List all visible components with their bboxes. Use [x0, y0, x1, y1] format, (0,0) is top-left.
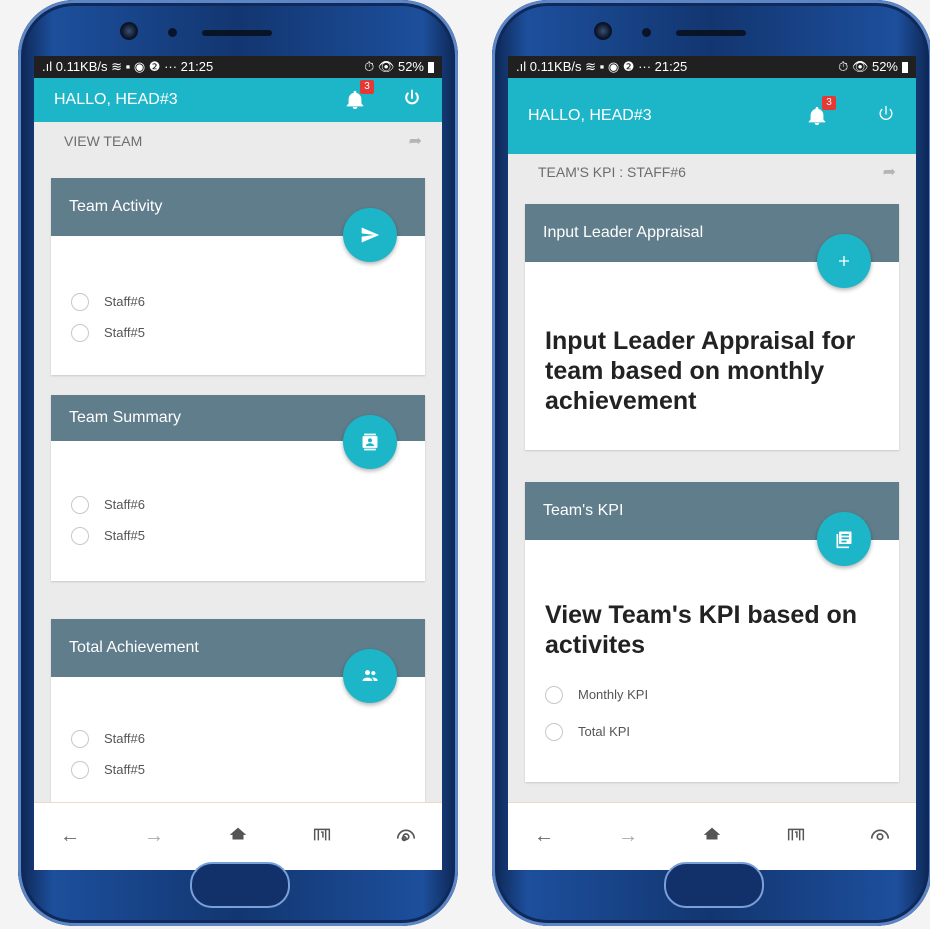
item-label: Total KPI	[578, 724, 631, 739]
item-label: Staff#5	[104, 528, 145, 543]
total-achievement-card: Total Achievement Staff#6 Staff#5	[51, 619, 425, 819]
teams-kpi-card: Team's KPI View Team's KPI based on acti…	[525, 482, 899, 782]
home-icon[interactable]	[694, 823, 730, 851]
item-label: Staff#6	[104, 731, 145, 746]
phone-home-button[interactable]	[664, 862, 764, 908]
forward-arrow-button[interactable]: →	[610, 825, 646, 848]
list-icon[interactable]	[817, 512, 871, 566]
status-right: ⏱ 👁 52%	[838, 59, 908, 75]
contact-card-icon[interactable]	[343, 415, 397, 469]
greeting: HALLO, HEAD#3	[54, 91, 178, 108]
radio-button[interactable]	[71, 323, 89, 342]
send-icon[interactable]	[343, 208, 397, 262]
tabs-icon[interactable]	[778, 823, 814, 851]
radio-button[interactable]	[545, 685, 563, 704]
list-item[interactable]: Staff#6	[71, 723, 425, 754]
browser-navbar: ← →	[34, 802, 442, 870]
input-leader-appraisal-card: Input Leader Appraisal Input Leader Appr…	[525, 204, 899, 450]
list-item[interactable]: Staff#6	[71, 489, 425, 520]
item-label: Staff#5	[104, 325, 145, 340]
forward-arrow-button[interactable]: →	[136, 825, 172, 848]
page-title: TEAM'S KPI : STAFF#6	[538, 164, 686, 180]
power-icon[interactable]	[876, 104, 896, 129]
card-heading: Input Leader Appraisal for team based on…	[545, 327, 856, 415]
front-camera	[594, 22, 612, 40]
radio-button[interactable]	[71, 495, 89, 514]
app-bar: HALLO, HEAD#3 3	[508, 78, 916, 154]
back-arrow-button[interactable]: ←	[52, 825, 88, 848]
back-arrow-button[interactable]: ←	[526, 825, 562, 848]
list-item[interactable]: Staff#6	[71, 286, 425, 317]
item-label: Staff#6	[104, 497, 145, 512]
item-label: Monthly KPI	[578, 687, 649, 702]
notification-badge: 3	[360, 80, 374, 94]
greeting: HALLO, HEAD#3	[528, 107, 652, 124]
phone-home-button[interactable]	[190, 862, 290, 908]
notification-badge: 3	[822, 96, 836, 110]
reply-back-icon[interactable]: ➦	[883, 162, 896, 182]
left-phone: .ıl 0.11KB/s ≋ ▪ ◉ ❷ ··· 21:25 ⏱ 👁 52% H…	[18, 0, 458, 926]
sub-header: VIEW TEAM ➦	[34, 122, 442, 160]
proximity-sensor	[642, 28, 651, 37]
radio-button[interactable]	[71, 760, 89, 779]
radio-button[interactable]	[71, 292, 89, 311]
status-bar: .ıl 0.11KB/s ≋ ▪ ◉ ❷ ··· 21:25 ⏱ 👁 52%	[34, 56, 442, 78]
radio-button[interactable]	[71, 729, 89, 748]
reply-back-icon[interactable]: ➦	[409, 131, 422, 151]
power-icon[interactable]	[402, 88, 422, 113]
sub-header: TEAM'S KPI : STAFF#6 ➦	[508, 154, 916, 190]
notification-bell-icon[interactable]: 3	[344, 80, 374, 112]
right-phone: .ıl 0.11KB/s ≋ ▪ ◉ ❷ ··· 21:25 ⏱ 👁 52% H…	[492, 0, 930, 926]
right-screen: .ıl 0.11KB/s ≋ ▪ ◉ ❷ ··· 21:25 ⏱ 👁 52% H…	[508, 56, 916, 870]
earpiece-speaker	[202, 30, 272, 36]
list-item[interactable]: Staff#5	[71, 754, 425, 785]
home-icon[interactable]	[220, 823, 256, 851]
notification-bell-icon[interactable]: 3	[806, 96, 836, 128]
browser-navbar: ← →	[508, 802, 916, 870]
people-icon[interactable]	[343, 649, 397, 703]
app-bar: HALLO, HEAD#3 3	[34, 78, 442, 122]
radio-button[interactable]	[71, 526, 89, 545]
list-item[interactable]: Total KPI	[545, 713, 899, 750]
left-screen: .ıl 0.11KB/s ≋ ▪ ◉ ❷ ··· 21:25 ⏱ 👁 52% H…	[34, 56, 442, 870]
list-item[interactable]: Staff#5	[71, 520, 425, 551]
status-bar: .ıl 0.11KB/s ≋ ▪ ◉ ❷ ··· 21:25 ⏱ 👁 52%	[508, 56, 916, 78]
battery-icon	[428, 62, 434, 74]
list-item[interactable]: Monthly KPI	[545, 676, 899, 713]
earpiece-speaker	[676, 30, 746, 36]
tabs-icon[interactable]	[304, 823, 340, 851]
status-left: .ıl 0.11KB/s ≋ ▪ ◉ ❷ ··· 21:25	[42, 59, 214, 74]
front-camera	[120, 22, 138, 40]
plus-icon[interactable]	[817, 234, 871, 288]
status-left: .ıl 0.11KB/s ≋ ▪ ◉ ❷ ··· 21:25	[516, 59, 688, 74]
page-title: VIEW TEAM	[64, 133, 143, 149]
status-right: ⏱ 👁 52%	[364, 59, 434, 75]
item-label: Staff#5	[104, 762, 145, 777]
proximity-sensor	[168, 28, 177, 37]
item-label: Staff#6	[104, 294, 145, 309]
team-summary-card: Team Summary Staff#6 Staff#5	[51, 395, 425, 581]
reader-icon[interactable]	[388, 823, 424, 851]
list-item[interactable]: Staff#5	[71, 317, 425, 348]
reader-icon[interactable]	[862, 823, 898, 851]
team-activity-card: Team Activity Staff#6 Staff#5	[51, 178, 425, 375]
battery-icon	[902, 62, 908, 74]
card-heading: View Team's KPI based on activites	[545, 601, 858, 659]
radio-button[interactable]	[545, 722, 563, 741]
